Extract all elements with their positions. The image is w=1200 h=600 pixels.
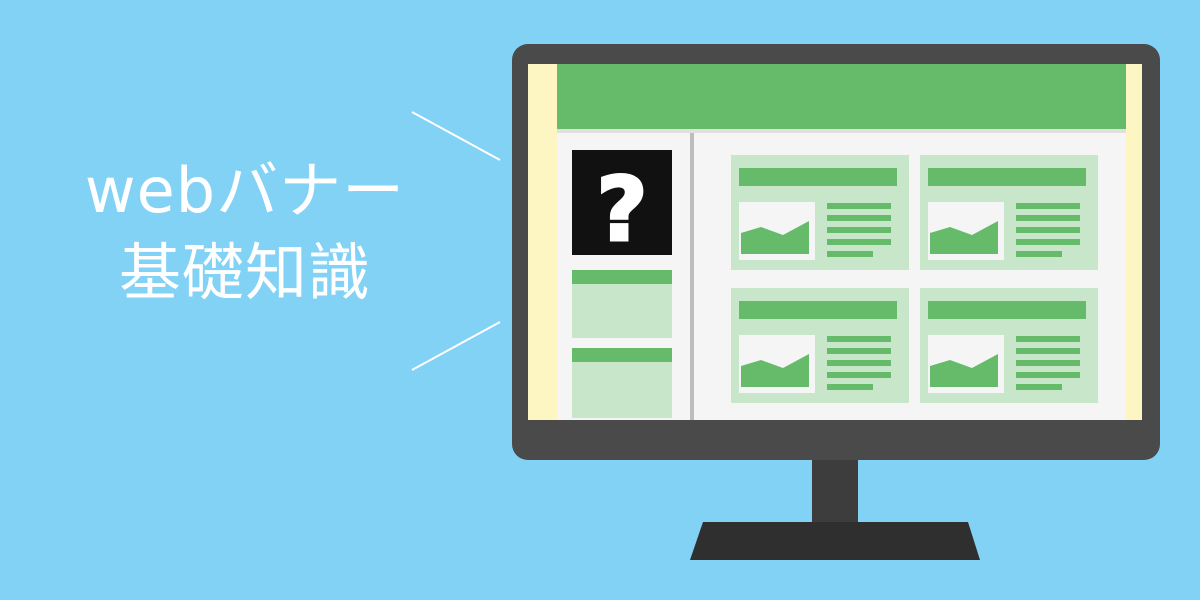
question-mark-icon: ?: [596, 158, 647, 261]
monitor-illustration: ?: [411, 44, 1160, 560]
content-card-4: [920, 288, 1098, 403]
sidebar-card-2-bar: [572, 348, 672, 362]
monitor-base: [690, 522, 980, 560]
content-card-1: [731, 155, 909, 270]
page-header-shadow: [557, 129, 1126, 133]
sidebar-card-1-bar: [572, 270, 672, 284]
emphasis-line-top: [411, 111, 501, 161]
emphasis-line-bottom: [411, 321, 501, 371]
page-header: [557, 64, 1126, 129]
monitor-neck: [812, 455, 858, 525]
content-card-2: [920, 155, 1098, 270]
sidebar-divider: [690, 133, 694, 420]
content-card-3: [731, 288, 909, 403]
